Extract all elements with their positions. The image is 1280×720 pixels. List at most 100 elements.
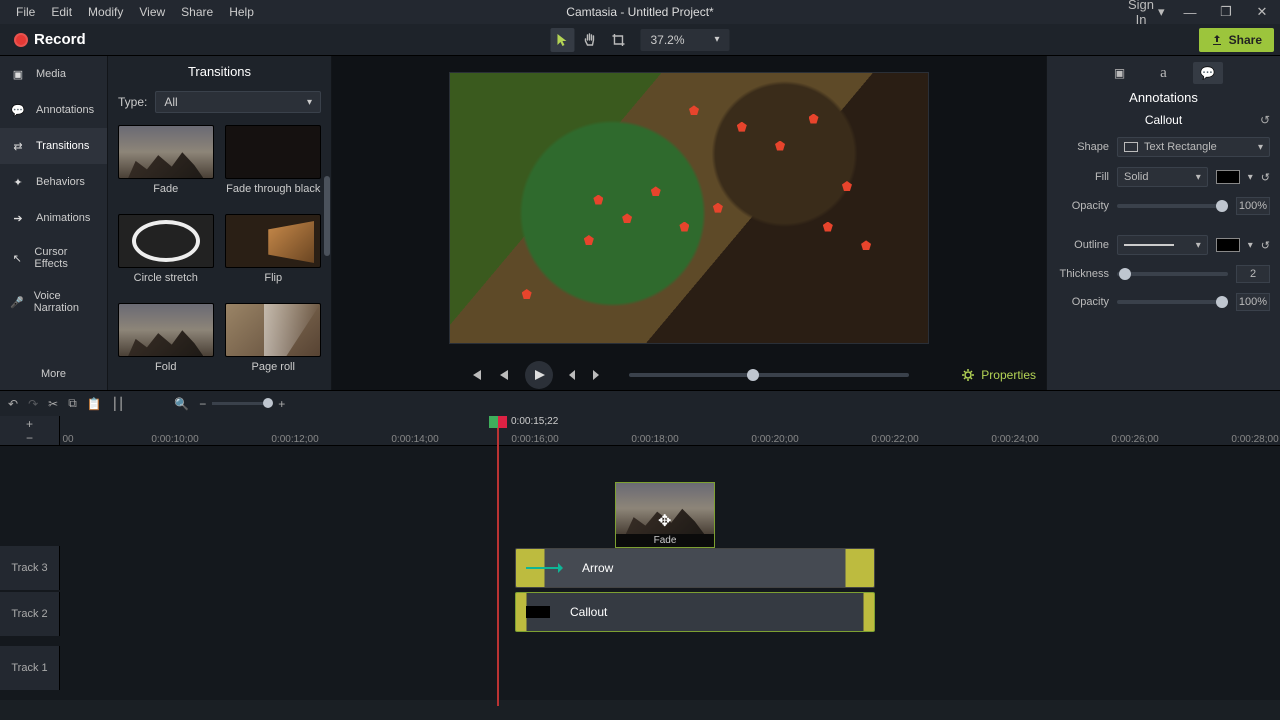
playhead-flag[interactable] (489, 416, 507, 428)
transition-fold[interactable]: Fold (116, 303, 216, 386)
sidebar-item-annotations[interactable]: 💬Annotations (0, 92, 107, 128)
transition-page-roll[interactable]: Page roll (224, 303, 324, 386)
minimize-button[interactable]: — (1172, 5, 1208, 20)
properties-label: Properties (981, 368, 1036, 382)
prop-tab-annotations[interactable]: 💬 (1193, 62, 1223, 84)
track-header-1[interactable]: Track 1 (0, 646, 60, 690)
sidebar-item-voicenarration[interactable]: 🎤Voice Narration (0, 280, 107, 324)
playhead[interactable]: 0:00:15;22 (497, 416, 499, 706)
toolbar: Record 37.2% ▾ Share (0, 24, 1280, 56)
transition-flip[interactable]: Flip (224, 214, 324, 297)
transitions-icon: ⇄ (10, 138, 26, 154)
shape-swatch-icon (1124, 142, 1138, 152)
menu-view[interactable]: View (131, 5, 173, 19)
redo-button[interactable]: ↷ (28, 397, 38, 411)
copy-button[interactable]: ⧉ (68, 396, 77, 411)
menu-help[interactable]: Help (221, 5, 262, 19)
canvas-zoom-select[interactable]: 37.2% ▾ (640, 29, 729, 51)
fill-reset-icon[interactable]: ↺ (1261, 171, 1270, 184)
props-subtitle: Callout (1145, 113, 1182, 127)
transition-drag-preview[interactable]: Fade ✥ (615, 482, 715, 548)
zoom-in-button[interactable]: + (278, 397, 285, 411)
chevron-down-icon: ▾ (1196, 172, 1201, 183)
transition-label: Circle stretch (134, 272, 198, 284)
sidebar-more[interactable]: More (0, 358, 107, 390)
prev-clip-button[interactable] (469, 368, 483, 382)
outline-color-swatch[interactable] (1216, 238, 1240, 252)
record-button[interactable]: Record (0, 24, 100, 55)
chevron-down-icon[interactable]: ▾ (1248, 172, 1253, 183)
remove-track-button[interactable]: − (26, 431, 33, 445)
canvas-zoom-value: 37.2% (650, 33, 684, 47)
play-button[interactable] (525, 361, 553, 389)
sidebar-item-animations[interactable]: ➔Animations (0, 200, 107, 236)
sign-in-button[interactable]: Sign In▾ (1128, 0, 1164, 27)
menu-file[interactable]: File (8, 5, 43, 19)
outline-style-select[interactable]: ▾ (1117, 235, 1208, 255)
zoom-fit-button[interactable]: 🔍 (174, 397, 189, 411)
props-reset-button[interactable]: ↺ (1260, 113, 1270, 127)
shape-select[interactable]: Text Rectangle ▾ (1117, 137, 1270, 157)
track-header-2[interactable]: Track 2 (0, 592, 60, 636)
menu-share[interactable]: Share (173, 5, 221, 19)
transition-thumb (225, 303, 321, 357)
sidebar-item-transitions[interactable]: ⇄Transitions (0, 128, 107, 164)
menu-modify[interactable]: Modify (80, 5, 131, 19)
undo-button[interactable]: ↶ (8, 397, 18, 411)
paste-button[interactable]: 📋 (87, 397, 102, 411)
canvas-select-tool[interactable] (550, 28, 574, 52)
sidebar-label: Animations (36, 212, 90, 224)
transition-thumb (225, 214, 321, 268)
next-frame-button[interactable] (591, 369, 601, 381)
sidebar-item-behaviors[interactable]: ✦Behaviors (0, 164, 107, 200)
step-back-button[interactable] (497, 368, 511, 382)
clip-arrow[interactable]: Arrow (515, 548, 875, 588)
timeline-toolbar: ↶ ↷ ✂ ⧉ 📋 ⎮⎮ 🔍 − + (0, 390, 1280, 416)
transition-thumb (225, 125, 321, 179)
thickness-value[interactable]: 2 (1236, 265, 1270, 283)
transitions-scrollbar[interactable] (324, 176, 330, 256)
playback-scrubber[interactable] (629, 373, 909, 377)
drag-label: Fade (616, 534, 714, 547)
clip-label: Callout (570, 605, 607, 619)
ruler-tick: 0:00:12;00 (271, 434, 318, 445)
ruler-tick: 0:00:26;00 (1111, 434, 1158, 445)
fill-type-select[interactable]: Solid▾ (1117, 167, 1208, 187)
properties-panel: ▣ a 💬 Annotations Callout ↺ Shape Text R… (1046, 56, 1280, 390)
transitions-type-select[interactable]: All ▾ (155, 91, 321, 113)
transition-circle-stretch[interactable]: Circle stretch (116, 214, 216, 297)
canvas-pan-tool[interactable] (578, 28, 602, 52)
zoom-out-button[interactable]: − (199, 397, 206, 411)
add-track-button[interactable]: + (26, 417, 33, 431)
canvas-preview[interactable] (449, 72, 929, 344)
sidebar-item-media[interactable]: ▣Media (0, 56, 107, 92)
thickness-slider[interactable] (1117, 272, 1228, 276)
fill-opacity-value[interactable]: 100% (1236, 197, 1270, 215)
split-button[interactable]: ⎮⎮ (112, 397, 125, 411)
cut-button[interactable]: ✂ (48, 397, 58, 411)
properties-toggle[interactable]: Properties (961, 368, 1036, 382)
chevron-down-icon[interactable]: ▾ (1248, 240, 1253, 251)
fill-opacity-slider[interactable] (1117, 204, 1228, 208)
menu-edit[interactable]: Edit (43, 5, 80, 19)
timeline-tracks: Track 3 Track 2 Track 1 Arrow Callout Fa… (0, 446, 1280, 700)
transition-fade-through-black[interactable]: Fade through black (224, 125, 324, 208)
fill-color-swatch[interactable] (1216, 170, 1240, 184)
prop-tab-visual[interactable]: ▣ (1105, 62, 1135, 84)
timeline-zoom-slider[interactable] (212, 402, 272, 405)
clip-callout[interactable]: Callout (515, 592, 875, 632)
outline-opacity-slider[interactable] (1117, 300, 1228, 304)
transition-fade[interactable]: Fade (116, 125, 216, 208)
prev-frame-button[interactable] (567, 369, 577, 381)
timeline-ruler[interactable]: + − 00 0:00:10;000:00:12;000:00:14;000:0… (0, 416, 1280, 446)
canvas-crop-tool[interactable] (606, 28, 630, 52)
share-button[interactable]: Share (1199, 28, 1274, 52)
outline-opacity-value[interactable]: 100% (1236, 293, 1270, 311)
track-header-3[interactable]: Track 3 (0, 546, 60, 590)
close-button[interactable]: ✕ (1244, 4, 1280, 20)
playhead-timecode: 0:00:15;22 (511, 416, 558, 427)
outline-reset-icon[interactable]: ↺ (1261, 239, 1270, 252)
maximize-button[interactable]: ❐ (1208, 4, 1244, 20)
sidebar-item-cursoreffects[interactable]: ↖Cursor Effects (0, 236, 107, 280)
prop-tab-text[interactable]: a (1149, 62, 1179, 84)
